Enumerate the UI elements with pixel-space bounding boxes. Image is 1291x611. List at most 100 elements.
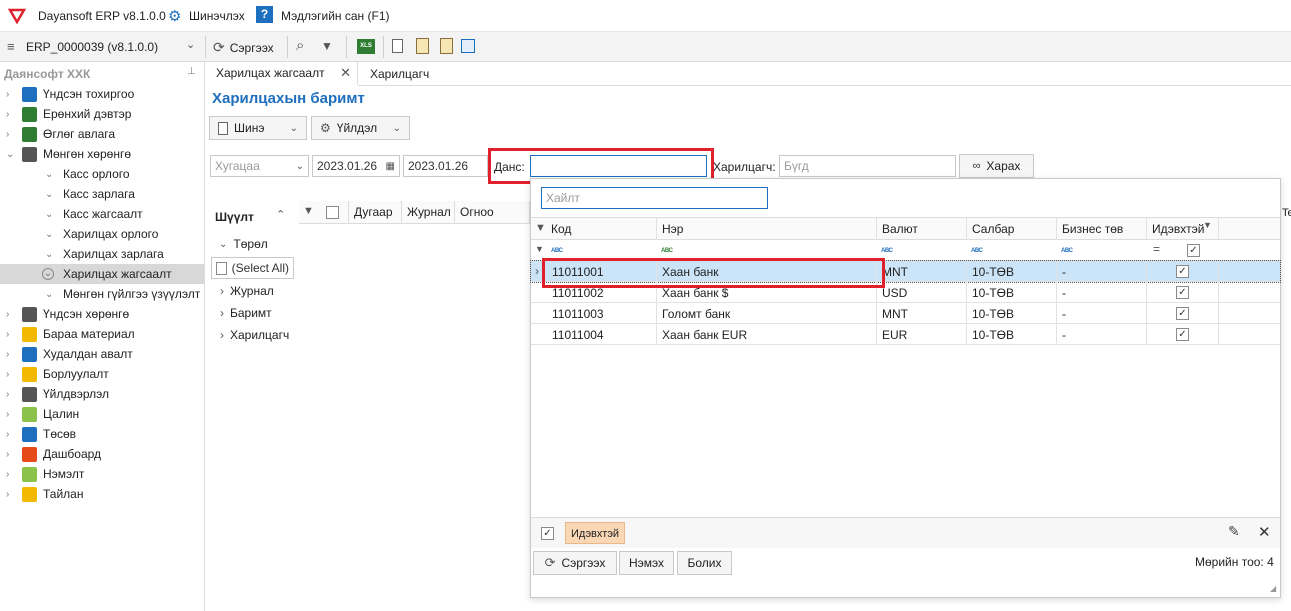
sidebar-item[interactable]: › Бараа материал	[0, 324, 204, 344]
active-filter-tag[interactable]: Идэвхтэй	[565, 522, 626, 544]
sidebar-item[interactable]: ⌄ Касс орлого	[0, 164, 204, 184]
calendar-icon[interactable]: ▦	[386, 161, 395, 172]
column-name[interactable]: Нэр	[657, 218, 877, 240]
text-filter-icon[interactable]: ABC	[971, 248, 983, 254]
chevron-down-icon[interactable]: ⌄	[6, 149, 14, 160]
date-to-field[interactable]: 2023.01.26	[403, 155, 488, 177]
account-input[interactable]	[530, 155, 707, 177]
period-select[interactable]: Хугацаа ⌄	[210, 155, 309, 177]
popup-add-button[interactable]: Нэмэх	[619, 551, 674, 575]
chevron-right-icon[interactable]: ›	[6, 329, 9, 340]
column-journal[interactable]: Журнал	[402, 201, 455, 223]
filter-icon[interactable]: ▼	[535, 244, 544, 254]
text-filter-icon[interactable]: ABC	[881, 248, 893, 254]
sidebar-item[interactable]: › Үндсэн хөрөнгө	[0, 304, 204, 324]
close-icon[interactable]: ✕	[340, 65, 351, 81]
help-icon[interactable]: ?	[256, 6, 273, 23]
sidebar-item[interactable]: ⌄ Мөнгөн хөрөнгө	[0, 144, 204, 164]
select-all-checkbox[interactable]	[216, 261, 227, 275]
sidebar-item[interactable]: › Худалдан авалт	[0, 344, 204, 364]
chevron-right-icon[interactable]: ›	[6, 89, 9, 100]
collapse-icon[interactable]: ⌃	[276, 208, 285, 221]
chevron-right-icon[interactable]: ›	[6, 409, 9, 420]
chevron-down-icon[interactable]: ⌄	[45, 229, 53, 240]
sidebar-item[interactable]: › Нэмэлт	[0, 464, 204, 484]
filter-group[interactable]: › Харилцагч	[220, 328, 289, 342]
active-checkbox[interactable]: ✓	[1176, 307, 1189, 320]
chevron-right-icon[interactable]: ›	[6, 389, 9, 400]
help-link[interactable]: Мэдлэгийн сан (F1)	[281, 9, 390, 23]
column-business[interactable]: Бизнес төв	[1057, 218, 1147, 240]
sidebar-item[interactable]: › Тайлан	[0, 484, 204, 504]
filter-group[interactable]: › Журнал	[220, 284, 274, 298]
paste-icon[interactable]	[416, 38, 429, 54]
table-row[interactable]: 11011004 Хаан банк EUR EUR 10-ТӨВ - ✓	[531, 324, 1280, 345]
chevron-down-icon[interactable]: ⌄	[42, 268, 54, 280]
filter-enable-checkbox[interactable]: ✓	[541, 527, 554, 540]
search-icon[interactable]: ⌕	[296, 37, 304, 54]
pin-icon[interactable]: ⊥	[187, 66, 196, 77]
chevron-down-icon[interactable]: ⌄	[45, 169, 53, 180]
table-row[interactable]: 11011003 Голомт банк MNT 10-ТӨВ - ✓	[531, 303, 1280, 324]
sidebar-item[interactable]: › Үндсэн тохиргоо	[0, 84, 204, 104]
equals-icon[interactable]: =	[1153, 242, 1160, 256]
active-filter-checkbox[interactable]: ✓	[1187, 244, 1200, 257]
chevron-right-icon[interactable]: ›	[6, 349, 9, 360]
chevron-right-icon[interactable]: ›	[6, 109, 9, 120]
sidebar-item[interactable]: ⌄ Мөнгөн гүйлгээ үзүүлэлт	[0, 284, 204, 304]
text-filter-icon[interactable]: ABC	[661, 248, 673, 254]
popup-search-input[interactable]: Хайлт	[541, 187, 768, 209]
text-filter-icon[interactable]: ABC	[551, 248, 563, 254]
chevron-down-icon[interactable]: ⌄	[45, 289, 53, 300]
chevron-right-icon[interactable]: ›	[6, 429, 9, 440]
form-icon[interactable]	[461, 39, 475, 53]
column-date[interactable]: Огноо	[455, 201, 530, 223]
sidebar-item[interactable]: › Цалин	[0, 404, 204, 424]
view-button[interactable]: ∞ Харах	[959, 154, 1034, 178]
select-all-option[interactable]: (Select All)	[211, 257, 294, 279]
popup-refresh-button[interactable]: ⟳ Сэргээх	[533, 551, 617, 575]
sidebar-item[interactable]: › Ерөнхий дэвтэр	[0, 104, 204, 124]
new-button[interactable]: Шинэ ⌄	[209, 116, 307, 140]
column-code[interactable]: Код	[547, 218, 657, 240]
sidebar-item[interactable]: › Үйлдвэрлэл	[0, 384, 204, 404]
resize-grip-icon[interactable]: ◢	[1270, 584, 1276, 593]
filter-icon[interactable]: ▼	[535, 222, 546, 234]
text-filter-icon[interactable]: ABC	[1061, 248, 1073, 254]
chevron-down-icon[interactable]: ⌄	[186, 38, 195, 51]
filter-icon[interactable]: ▼	[303, 205, 314, 217]
filter-icon[interactable]: ▼	[321, 39, 333, 53]
sidebar-item[interactable]: ⌄ Харилцах орлого	[0, 224, 204, 244]
filter-type-group[interactable]: ⌄ Төрөл	[219, 237, 268, 251]
settings-link[interactable]: Шинэчлэх	[189, 9, 245, 23]
sidebar-item[interactable]: ⌄ Касс зарлага	[0, 184, 204, 204]
chevron-right-icon[interactable]: ›	[6, 489, 9, 500]
chevron-right-icon[interactable]: ›	[6, 369, 9, 380]
active-checkbox[interactable]: ✓	[1176, 265, 1189, 278]
refresh-button[interactable]: ⟳ Сэргээх	[213, 39, 274, 56]
copy-icon[interactable]	[392, 39, 403, 53]
edit-filter-icon[interactable]: ✎	[1228, 523, 1240, 540]
sidebar-item[interactable]: › Борлуулалт	[0, 364, 204, 384]
sidebar-item[interactable]: › Дашбоард	[0, 444, 204, 464]
active-checkbox[interactable]: ✓	[1176, 286, 1189, 299]
filter-group[interactable]: › Баримт	[220, 306, 272, 320]
clipboard-icon[interactable]	[440, 38, 453, 54]
tab-account-list[interactable]: Харилцах жагсаалт ✕	[206, 62, 358, 86]
chevron-right-icon[interactable]: ›	[6, 129, 9, 140]
database-selector[interactable]: ERP_0000039 (v8.1.0.0)	[26, 40, 158, 54]
chevron-down-icon[interactable]: ⌄	[45, 189, 53, 200]
sidebar-item[interactable]: › Төсөв	[0, 424, 204, 444]
sidebar-item[interactable]: ⌄ Касс жагсаалт	[0, 204, 204, 224]
partner-input[interactable]: Бүгд	[779, 155, 956, 177]
chevron-down-icon[interactable]: ⌄	[45, 249, 53, 260]
column-currency[interactable]: Валют	[877, 218, 967, 240]
sidebar-item[interactable]: ⌄ Харилцах жагсаалт	[0, 264, 204, 284]
chevron-right-icon[interactable]: ›	[6, 449, 9, 460]
action-button[interactable]: ⚙ Үйлдэл ⌄	[311, 116, 410, 140]
active-checkbox[interactable]: ✓	[1176, 328, 1189, 341]
chevron-right-icon[interactable]: ›	[6, 469, 9, 480]
chevron-down-icon[interactable]: ⌄	[45, 209, 53, 220]
clear-filter-icon[interactable]: ✕	[1258, 523, 1271, 541]
grid-select-all-checkbox[interactable]	[326, 206, 339, 219]
